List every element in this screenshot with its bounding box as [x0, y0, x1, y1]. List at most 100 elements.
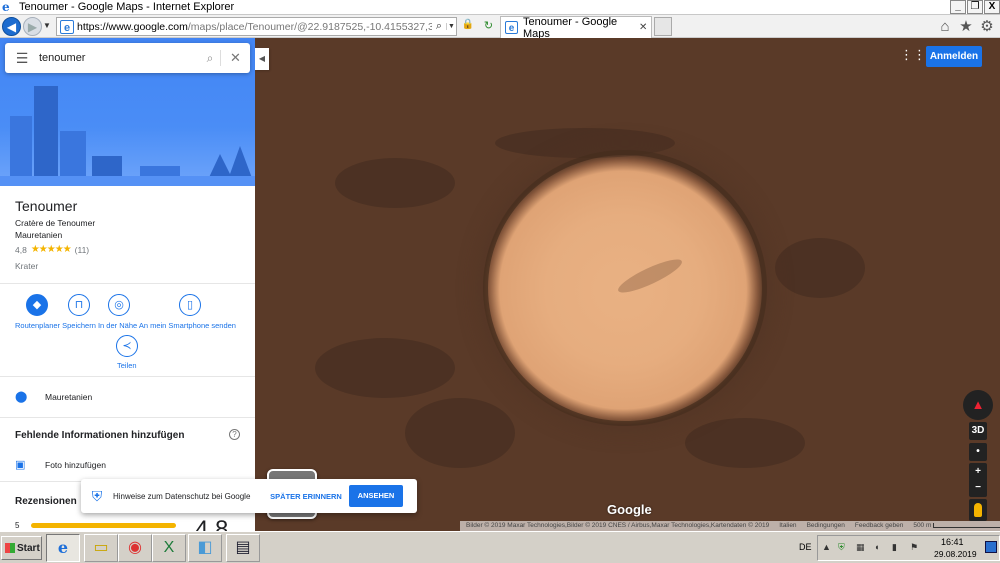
camera-icon: ▣ — [15, 459, 26, 471]
search-icon[interactable]: ⌕ — [200, 51, 220, 66]
back-button[interactable]: ◀ — [2, 17, 21, 36]
star-icon[interactable]: ★ — [957, 18, 975, 36]
chrome-icon[interactable]: ◉ — [118, 534, 152, 562]
apps-grid-icon[interactable]: ⋮⋮ — [900, 48, 926, 62]
privacy-notice: ⛨ Hinweise zum Datenschutz bei Google SP… — [81, 479, 417, 513]
address-dropdown-icon[interactable]: ▼ — [446, 23, 456, 30]
imagery-attribution: Bilder © 2019 Maxar Technologies,Bilder … — [466, 522, 770, 529]
gear-icon[interactable]: ⚙ — [978, 18, 996, 36]
address-search-icon[interactable]: ⌕ — [432, 20, 446, 33]
missing-info-title: Fehlende Informationen hinzufügen — [15, 430, 185, 441]
show-desktop-button[interactable] — [985, 541, 997, 553]
help-icon[interactable]: ? — [229, 429, 240, 440]
feedback-link[interactable]: Feedback geben — [855, 521, 903, 531]
language-indicator[interactable]: DE — [799, 542, 812, 552]
bookmark-icon: ⊓ — [68, 294, 90, 316]
share-label[interactable]: Teilen — [117, 361, 137, 370]
network-icon[interactable]: ▦ — [856, 542, 865, 553]
phone-icon: ▯ — [179, 294, 201, 316]
file-explorer-icon[interactable]: ▭ — [84, 534, 118, 562]
tab-close-icon[interactable]: ✕ — [639, 22, 651, 33]
window-title-bar: e Tenoumer - Google Maps - Internet Expl… — [0, 0, 1000, 15]
taskbar: Start e ▭ ◉ X ◧ ▤ DE ▲ ⛨ ▦ ◖ ▮ ⚑ 16:41 2… — [0, 531, 1000, 563]
map-attribution-bar: Bilder © 2019 Maxar Technologies,Bilder … — [460, 521, 1000, 531]
remote-desktop-icon[interactable]: ▤ — [226, 534, 260, 562]
zoom-out-button[interactable]: − — [969, 479, 987, 497]
collapse-panel-button[interactable]: ◀ — [255, 48, 269, 70]
address-bar[interactable]: e https://www.google.com/maps/place/Teno… — [56, 17, 457, 36]
add-photo-row[interactable]: ▣ Foto hinzufügen — [15, 458, 106, 471]
page-favicon-icon: e — [60, 19, 74, 34]
windows-flag-icon — [5, 543, 15, 553]
privacy-message: Hinweise zum Datenschutz bei Google — [113, 491, 251, 501]
action-labels[interactable]: Routenplaner Speichern In der Nähe An me… — [15, 321, 236, 330]
satellite-map[interactable]: ⋮⋮ Anmelden ▲ 3D • + − Google Bilder © 2… — [255, 38, 1000, 531]
my-location-icon[interactable]: • — [969, 443, 987, 461]
remind-later-button[interactable]: SPÄTER ERINNERN — [263, 492, 349, 501]
location-text: Mauretanien — [45, 391, 93, 402]
lock-icon[interactable]: 🔒 — [461, 19, 475, 34]
search-input[interactable]: tenoumer — [39, 52, 200, 64]
nearby-icon: ◎ — [108, 294, 130, 316]
terms-link[interactable]: Bedingungen — [807, 521, 845, 531]
place-title: Tenoumer — [15, 198, 78, 214]
excel-icon[interactable]: X — [152, 534, 186, 562]
save-button[interactable]: ⊓ — [68, 294, 90, 316]
internet-explorer-taskbar-icon[interactable]: e — [46, 534, 80, 562]
country-link[interactable]: Italien — [779, 521, 796, 531]
volume-icon[interactable]: ◖ — [874, 542, 879, 552]
forward-button[interactable]: ▶ — [23, 17, 42, 36]
clear-search-icon[interactable]: ✕ — [220, 50, 250, 66]
google-logo: Google — [607, 502, 652, 517]
menu-icon[interactable]: ☰ — [5, 50, 39, 67]
close-button[interactable]: X — [984, 0, 1000, 14]
tray-expand-icon[interactable]: ▲ — [822, 542, 831, 552]
big-rating: 4,8 — [195, 516, 229, 531]
divider — [0, 417, 255, 418]
3d-button[interactable]: 3D — [969, 422, 987, 440]
divider — [0, 283, 255, 284]
review-count-link[interactable]: (11) — [75, 245, 90, 255]
rating-stars-icon: ★★★★★ — [30, 244, 72, 255]
security-shield-icon[interactable]: ⛨ — [838, 542, 845, 553]
home-icon[interactable]: ⌂ — [936, 18, 954, 36]
tab-google-maps[interactable]: e Tenoumer - Google Maps ✕ — [500, 15, 652, 40]
sign-in-button[interactable]: Anmelden — [926, 46, 982, 67]
search-box[interactable]: ☰ tenoumer ⌕ ✕ — [5, 43, 250, 73]
divider — [0, 376, 255, 377]
flag-icon[interactable]: ⚑ — [910, 542, 918, 553]
send-to-phone-button[interactable]: ▯ — [179, 294, 201, 316]
new-tab-button[interactable] — [654, 17, 672, 36]
compass-icon[interactable]: ▲ — [963, 390, 993, 420]
add-photo-label: Foto hinzufügen — [45, 459, 106, 470]
share-icon: ≺ — [116, 335, 138, 357]
pegman-icon[interactable] — [969, 499, 987, 521]
scale-label[interactable]: 500 m — [913, 521, 1000, 531]
signal-icon[interactable]: ▮ — [892, 542, 897, 553]
reviews-title: Rezensionen — [15, 496, 77, 507]
view-button[interactable]: ANSEHEN — [349, 485, 403, 507]
address-url[interactable]: https://www.google.com/maps/place/Tenoum… — [77, 21, 432, 33]
app-icon[interactable]: ◧ — [188, 534, 222, 562]
tab-favicon-icon: e — [505, 21, 518, 34]
rating-row: 4,8 ★★★★★ (11) — [15, 244, 89, 255]
clock-date[interactable]: 29.08.2019 — [934, 549, 977, 559]
directions-icon: ◆ — [26, 294, 48, 316]
restore-button[interactable]: ❐ — [967, 0, 983, 14]
rating-value: 4,8 — [15, 244, 27, 255]
refresh-icon[interactable]: ↻ — [481, 19, 496, 34]
internet-explorer-icon: e — [2, 0, 10, 14]
history-dropdown-icon[interactable]: ▼ — [43, 21, 51, 30]
nearby-button[interactable]: ◎ — [108, 294, 130, 316]
location-row[interactable]: ⬤ Mauretanien — [15, 390, 92, 403]
clock-time[interactable]: 16:41 — [941, 537, 964, 547]
location-pin-icon: ⬤ — [15, 391, 28, 403]
directions-button[interactable]: ◆ — [26, 294, 48, 316]
minimize-button[interactable]: _ — [950, 0, 966, 14]
share-button[interactable]: ≺ — [116, 335, 138, 357]
tab-title: Tenoumer - Google Maps — [523, 15, 618, 40]
place-type[interactable]: Krater — [15, 261, 38, 271]
start-button[interactable]: Start — [1, 536, 42, 560]
window-title: Tenoumer - Google Maps - Internet Explor… — [19, 1, 235, 13]
place-subtitle: Cratère de Tenoumer — [15, 218, 96, 228]
